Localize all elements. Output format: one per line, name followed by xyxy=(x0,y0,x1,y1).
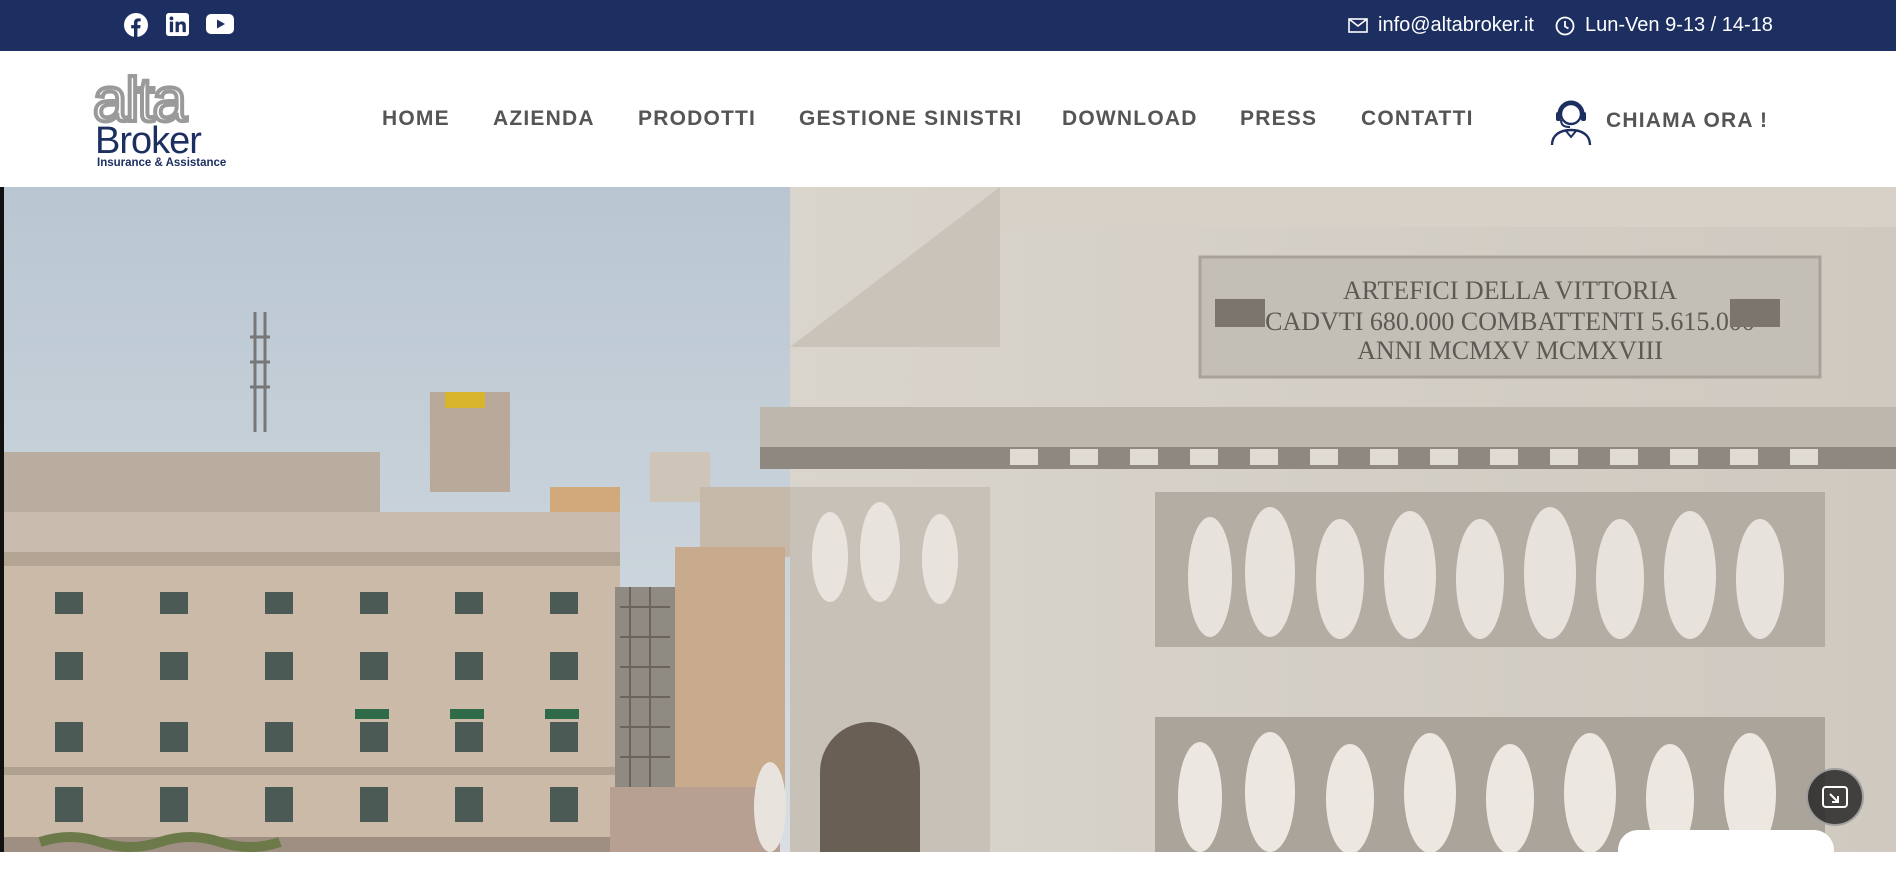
email-contact[interactable]: info@altabroker.it xyxy=(1348,0,1534,51)
linkedin-link[interactable] xyxy=(166,13,189,36)
email-text[interactable]: info@altabroker.it xyxy=(1378,14,1534,37)
nav-azienda[interactable]: AZIENDA xyxy=(493,107,595,131)
fullscreen-button[interactable] xyxy=(1806,768,1864,826)
chat-widget-tab[interactable] xyxy=(1618,830,1834,870)
nav-prodotti[interactable]: PRODOTTI xyxy=(638,107,756,131)
nav-contatti[interactable]: CONTATTI xyxy=(1361,107,1474,131)
youtube-link[interactable] xyxy=(206,13,234,35)
expand-icon xyxy=(1822,786,1848,808)
hours-text: Lun-Ven 9-13 / 14-18 xyxy=(1585,14,1773,36)
hero-image: ARTEFICI DELLA VITTORIA CADVTI 680.000 C… xyxy=(0,187,1896,852)
call-now-button[interactable]: CHIAMA ORA ! xyxy=(1548,96,1768,146)
linkedin-icon xyxy=(166,13,189,36)
inscription-line-3: ANNI MCMXV MCMXVIII xyxy=(1357,336,1663,365)
top-bar: info@altabroker.it Lun-Ven 9-13 / 14-18 xyxy=(0,0,1896,51)
opening-hours: Lun-Ven 9-13 / 14-18 xyxy=(1555,0,1773,51)
support-agent-icon xyxy=(1550,100,1592,146)
logo-tagline: Insurance & Assistance xyxy=(97,157,226,169)
clock-icon xyxy=(1555,16,1575,35)
site-logo[interactable]: alta Broker Insurance & Assistance xyxy=(91,64,243,171)
inscription-line-1: ARTEFICI DELLA VITTORIA xyxy=(1343,276,1677,305)
inscription-line-2: CADVTI 680.000 COMBATTENTI 5.615.000 xyxy=(1265,307,1755,336)
youtube-icon xyxy=(206,14,234,34)
alta-broker-logo: alta Broker Insurance & Assistance xyxy=(91,64,226,169)
hero-video[interactable]: ARTEFICI DELLA VITTORIA CADVTI 680.000 C… xyxy=(0,187,1896,852)
nav-home[interactable]: HOME xyxy=(382,107,450,131)
hero-left-edge xyxy=(0,187,4,852)
nav-download[interactable]: DOWNLOAD xyxy=(1062,107,1198,131)
nav-press[interactable]: PRESS xyxy=(1240,107,1317,131)
logo-broker: Broker xyxy=(95,120,202,162)
nav-gestione-sinistri[interactable]: GESTIONE SINISTRI xyxy=(799,107,1022,131)
facebook-icon xyxy=(124,13,148,37)
call-now-label[interactable]: CHIAMA ORA ! xyxy=(1606,109,1768,133)
facebook-link[interactable] xyxy=(124,13,148,37)
envelope-icon xyxy=(1348,18,1368,33)
